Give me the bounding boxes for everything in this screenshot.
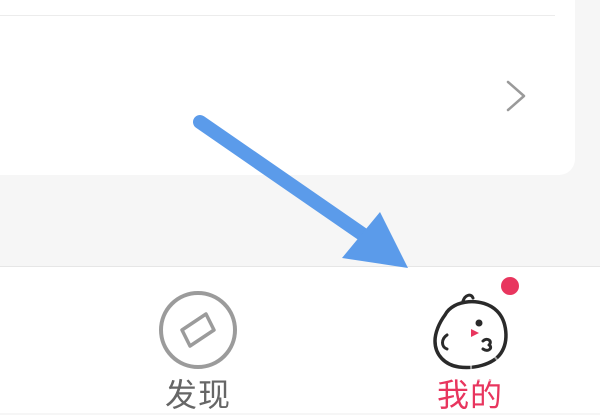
watermark: Baidu 经验: [470, 348, 597, 388]
watermark-text: Baidu 经验: [504, 357, 597, 378]
notification-badge: [501, 277, 519, 295]
card-divider: [0, 15, 555, 16]
tab-discover-label: 发现: [164, 376, 231, 414]
compass-icon: [159, 291, 237, 369]
tab-mine[interactable]: 我的: [415, 277, 525, 414]
content-card: [0, 0, 575, 175]
bottom-tab-bar: 发现 我的: [0, 266, 600, 414]
tab-discover[interactable]: 发现: [148, 277, 248, 414]
watermark-logo: [470, 352, 500, 382]
chevron-right-icon[interactable]: [500, 78, 532, 114]
